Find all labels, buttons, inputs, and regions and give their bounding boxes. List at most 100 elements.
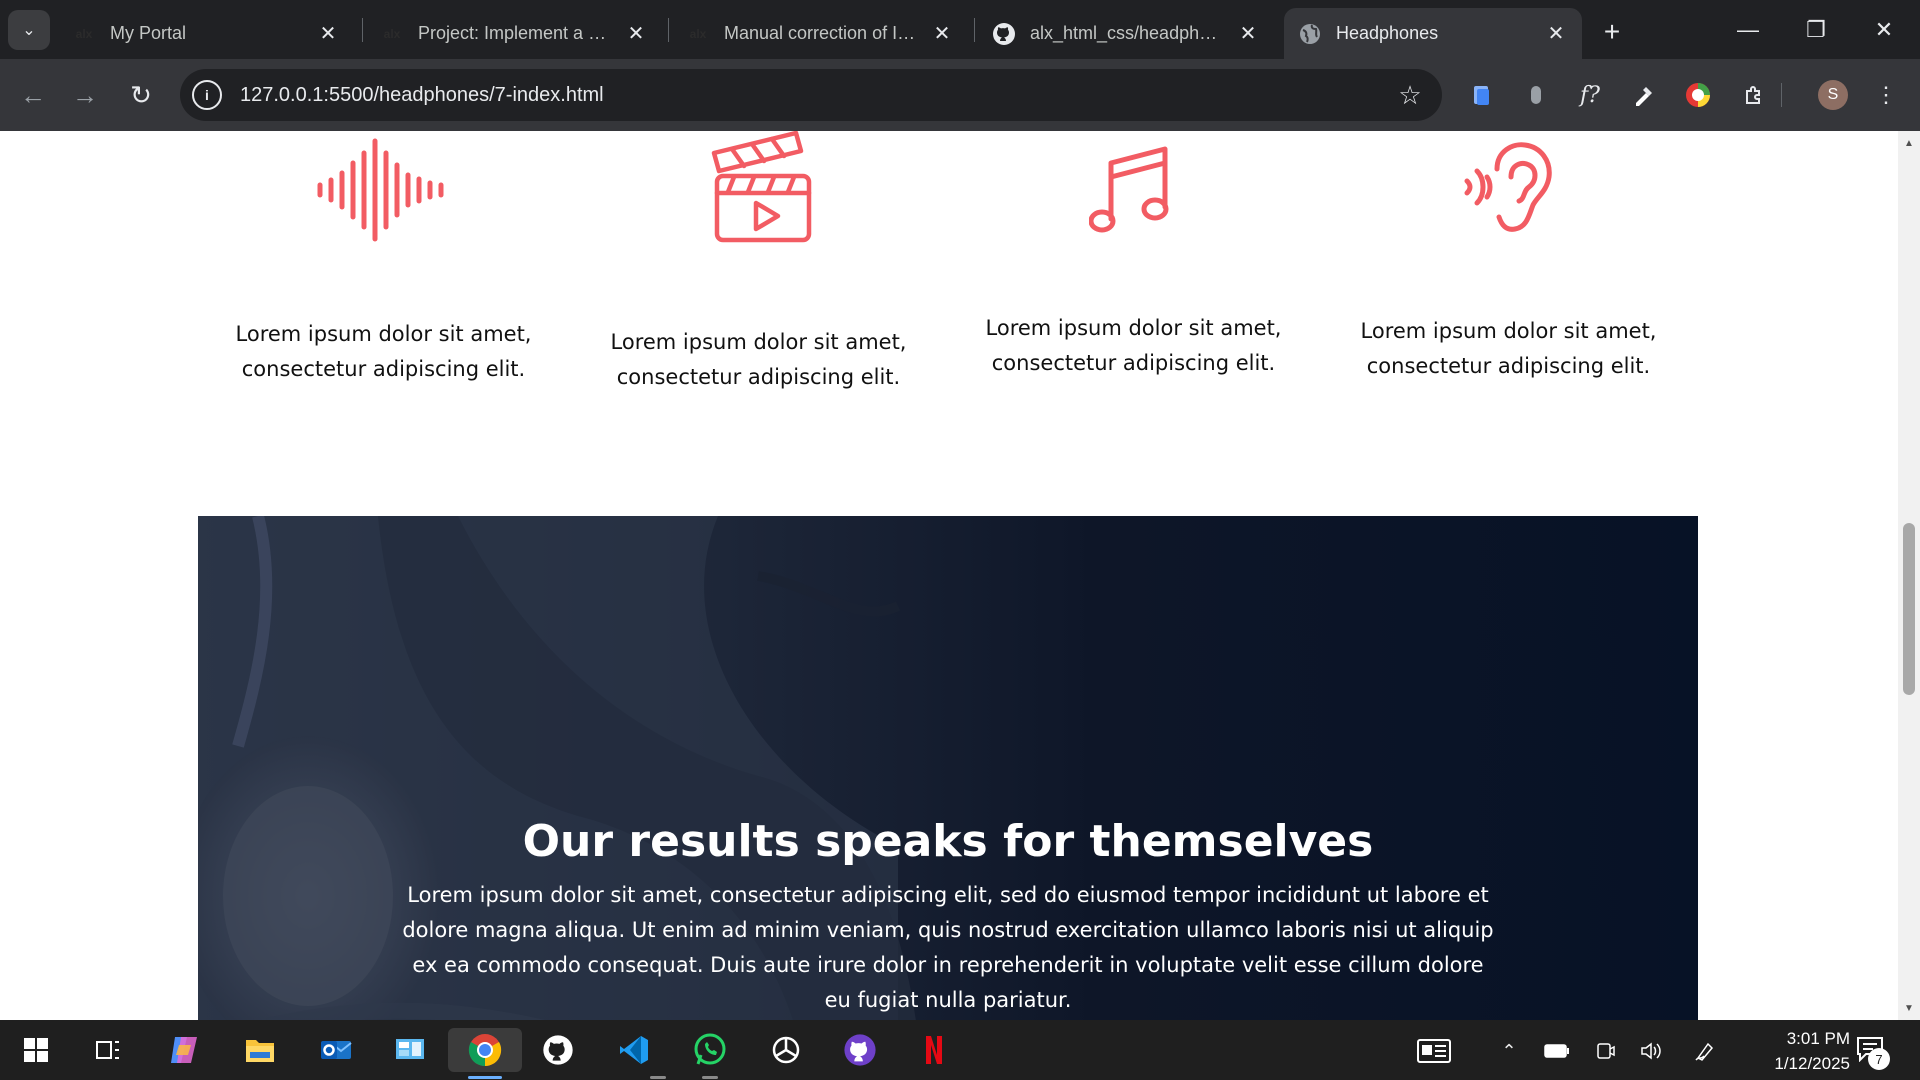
sound-wave-icon — [317, 138, 443, 242]
scrollbar-thumb[interactable] — [1903, 523, 1915, 695]
forward-button[interactable]: → — [64, 74, 106, 116]
feature-text: Lorem ipsum dolor sit amet, consectetur … — [610, 330, 907, 389]
eyedropper-icon[interactable] — [1626, 77, 1662, 113]
pen-icon[interactable] — [1690, 1038, 1720, 1064]
minimize-icon: — — [1737, 16, 1759, 42]
file-explorer-icon[interactable] — [238, 1028, 282, 1072]
close-icon[interactable]: ✕ — [930, 22, 954, 46]
task-view-icon[interactable] — [86, 1028, 130, 1072]
outlook-icon[interactable] — [314, 1028, 358, 1072]
arrow-right-icon: → — [72, 79, 98, 110]
vscode-running-indicator — [650, 1076, 666, 1079]
feature-card: Lorem ipsum dolor sit amet, consectetur … — [1321, 131, 1696, 391]
close-icon[interactable]: ✕ — [1236, 22, 1260, 46]
site-info-icon[interactable]: i — [192, 80, 222, 110]
alx-icon: alx — [383, 26, 401, 41]
clock-time: 3:01 PM — [1786, 1029, 1850, 1048]
new-tab-button[interactable]: + — [1594, 14, 1630, 50]
tab-title: My Portal — [110, 23, 187, 43]
globe-icon — [1298, 22, 1322, 46]
extension-fx-icon[interactable]: f? — [1572, 77, 1608, 113]
extension-mouse-icon[interactable] — [1518, 77, 1554, 113]
control-panel-icon[interactable] — [388, 1028, 432, 1072]
tab-headphones[interactable]: Headphones ✕ — [1284, 8, 1582, 59]
tab-github-repo[interactable]: alx_html_css/headphones ✕ — [978, 8, 1274, 59]
alx-icon: alx — [689, 26, 707, 41]
chatgpt-icon[interactable] — [764, 1028, 808, 1072]
whatsapp-running-indicator — [702, 1076, 718, 1079]
news-widget-icon[interactable] — [1414, 1038, 1454, 1064]
tab-my-portal[interactable]: alx My Portal ✕ — [58, 8, 354, 59]
github-icon[interactable] — [838, 1028, 882, 1072]
close-window-button[interactable]: ✕ — [1850, 0, 1918, 59]
clock-date: 1/12/2025 — [1774, 1054, 1850, 1073]
chrome-active-indicator — [468, 1076, 502, 1079]
tab-strip: ⌄ alx My Portal ✕ alx Project: Implement… — [0, 0, 1920, 59]
whatsapp-icon[interactable] — [688, 1028, 732, 1072]
plus-icon: + — [1603, 16, 1621, 47]
tab-divider — [974, 18, 975, 42]
notification-count-badge: 7 — [1868, 1048, 1890, 1070]
meet-now-icon[interactable] — [1590, 1038, 1620, 1064]
netflix-icon[interactable] — [912, 1028, 956, 1072]
volume-icon[interactable] — [1636, 1038, 1666, 1064]
address-bar[interactable]: i 127.0.0.1:5500/headphones/7-index.html… — [180, 69, 1442, 121]
arrow-left-icon: ← — [20, 79, 46, 110]
github-desktop-icon[interactable] — [536, 1028, 580, 1072]
restore-icon: ❐ — [1806, 16, 1826, 42]
url-text[interactable]: 127.0.0.1:5500/headphones/7-index.html — [240, 84, 1390, 107]
tab-divider — [362, 18, 363, 42]
close-icon[interactable]: ✕ — [624, 22, 648, 46]
menu-kebab-icon[interactable]: ⋮ — [1868, 77, 1904, 113]
close-icon[interactable]: ✕ — [316, 22, 340, 46]
feature-card: Lorem ipsum dolor sit amet, consectetur … — [946, 131, 1321, 391]
tab-project[interactable]: alx Project: Implement a design ✕ — [366, 8, 662, 59]
copilot-icon[interactable] — [162, 1028, 206, 1072]
tab-manual-correction[interactable]: alx Manual correction of Implement ✕ — [672, 8, 968, 59]
system-clock[interactable]: 3:01 PM 1/12/2025 — [1720, 1026, 1850, 1076]
alx-icon: alx — [75, 26, 93, 41]
fx-label: f? — [1580, 82, 1600, 108]
chevron-up-icon[interactable]: ⌃ — [1494, 1038, 1524, 1064]
battery-icon[interactable] — [1542, 1038, 1572, 1064]
tab-search-button[interactable]: ⌄ — [8, 10, 50, 50]
music-note-icon — [1088, 146, 1168, 233]
back-button[interactable]: ← — [12, 74, 54, 116]
tab-title: alx_html_css/headphones — [1030, 23, 1226, 43]
tab-title: Headphones — [1336, 23, 1439, 43]
scroll-up-icon[interactable]: ▲ — [1898, 133, 1920, 153]
bookmark-star-icon[interactable]: ☆ — [1390, 75, 1430, 115]
feature-text: Lorem ipsum dolor sit amet, consectetur … — [985, 316, 1282, 375]
chevron-down-icon: ⌄ — [22, 22, 36, 39]
tab-title: Manual correction of Implement — [724, 23, 920, 43]
windows-taskbar: ⌃ 3:01 PM 1/12/2025 7 — [0, 1020, 1920, 1080]
results-title: Our results speaks for themselves — [522, 816, 1374, 867]
extension-colorwheel-icon[interactable] — [1680, 77, 1716, 113]
ear-icon — [1464, 142, 1552, 232]
feature-text: Lorem ipsum dolor sit amet, consectetur … — [235, 322, 532, 381]
page-viewport: Lorem ipsum dolor sit amet, consectetur … — [0, 131, 1898, 1020]
minimize-button[interactable]: — — [1714, 0, 1782, 59]
start-icon[interactable] — [14, 1028, 58, 1072]
vscode-icon[interactable] — [612, 1028, 656, 1072]
browser-toolbar: ← → ↻ i 127.0.0.1:5500/headphones/7-inde… — [0, 59, 1920, 131]
feature-card: Lorem ipsum dolor sit amet, consectetur … — [196, 131, 571, 391]
avatar[interactable]: S — [1818, 80, 1848, 110]
reload-button[interactable]: ↻ — [120, 74, 162, 116]
extension-docs-icon[interactable] — [1464, 77, 1500, 113]
tab-divider — [668, 18, 669, 42]
restore-button[interactable]: ❐ — [1782, 0, 1850, 59]
close-icon[interactable]: ✕ — [1544, 22, 1568, 46]
close-icon: ✕ — [1874, 16, 1894, 42]
feature-card: Lorem ipsum dolor sit amet, consectetur … — [571, 131, 946, 391]
chrome-icon[interactable] — [448, 1028, 522, 1072]
toolbar-divider — [1776, 77, 1786, 113]
movie-clapper-icon — [711, 131, 811, 243]
results-body: Lorem ipsum dolor sit amet, consectetur … — [402, 883, 1494, 1012]
results-section: Our results speaks for themselves Lorem … — [198, 516, 1698, 1020]
scroll-down-icon[interactable]: ▼ — [1898, 998, 1920, 1018]
reload-icon: ↻ — [130, 79, 152, 110]
extensions-puzzle-icon[interactable] — [1736, 77, 1772, 113]
feature-text: Lorem ipsum dolor sit amet, consectetur … — [1360, 319, 1657, 378]
page-scrollbar[interactable]: ▲ ▼ — [1898, 131, 1920, 1020]
